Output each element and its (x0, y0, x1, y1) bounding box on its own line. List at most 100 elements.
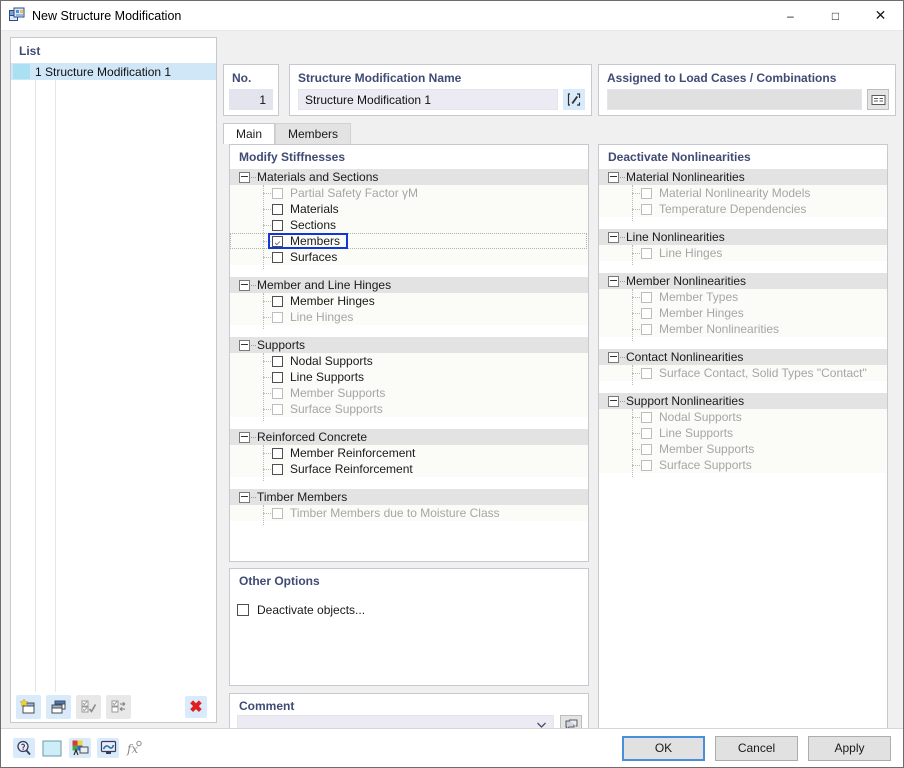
modify-stiffness-item[interactable]: Nodal Supports (230, 353, 588, 369)
collapse-icon[interactable] (239, 491, 250, 503)
modify-stiffness-item-checkbox[interactable] (272, 463, 283, 475)
cancel-button[interactable]: Cancel (715, 735, 798, 761)
modify-stiffness-item-checkbox[interactable] (272, 235, 283, 247)
modify-stiffness-item-label: Surfaces (290, 250, 338, 264)
ok-button[interactable]: OK (622, 735, 705, 761)
number-field[interactable]: 1 (229, 89, 273, 110)
new-button[interactable] (16, 695, 41, 719)
tree-connector-horizontal (263, 193, 271, 194)
apply-button[interactable]: Apply (808, 735, 891, 761)
delete-button[interactable]: ✖ (185, 696, 207, 718)
help-icon[interactable] (13, 738, 35, 758)
modify-stiffness-item[interactable]: Line Supports (230, 369, 588, 385)
modify-stiffness-item-label: Member Supports (290, 386, 386, 400)
deactivate-nonlinearity-item-label: Temperature Dependencies (659, 202, 807, 216)
minimize-button[interactable]: – (768, 1, 813, 30)
tab-members[interactable]: Members (275, 123, 352, 144)
deactivate-nonlinearity-group-header[interactable]: Line Nonlinearities (599, 229, 887, 245)
modify-stiffness-item-checkbox[interactable] (272, 251, 283, 263)
collapse-icon[interactable] (608, 395, 619, 407)
assigned-load-cases-input[interactable] (607, 89, 862, 110)
tab-main[interactable]: Main (223, 123, 276, 144)
deactivate-nonlinearity-item: Member Hinges (599, 305, 887, 321)
modify-stiffness-item: Partial Safety Factor γM (230, 185, 588, 201)
edit-name-icon[interactable] (563, 89, 585, 110)
deactivate-nonlinearity-item-label: Member Nonlinearities (659, 322, 780, 336)
tree-connector-horizontal (263, 301, 271, 302)
formula-icon: fx (125, 738, 147, 758)
modify-stiffness-item-checkbox[interactable] (272, 355, 283, 367)
maximize-button[interactable]: □ (813, 1, 858, 30)
modify-stiffness-group-label: Member and Line Hinges (257, 278, 392, 292)
collapse-icon[interactable] (608, 171, 619, 183)
deactivate-nonlinearity-group-header[interactable]: Support Nonlinearities (599, 393, 887, 409)
group-spacer (599, 217, 887, 229)
deactivate-objects-checkbox[interactable] (237, 604, 249, 616)
deactivate-nonlinearity-group: Line Nonlinearities Line Hinges (599, 229, 887, 273)
deactivate-nonlinearity-item: Member Supports (599, 441, 887, 457)
modify-stiffness-item-checkbox (272, 187, 283, 199)
modify-stiffness-item[interactable]: Sections (230, 217, 588, 233)
collapse-icon[interactable] (239, 431, 250, 443)
select-load-cases-icon[interactable] (867, 89, 889, 110)
deactivate-nonlinearity-group-label: Support Nonlinearities (626, 394, 745, 408)
assigned-load-cases-label: Assigned to Load Cases / Combinations (607, 71, 837, 85)
modify-stiffness-group-header[interactable]: Member and Line Hinges (230, 277, 588, 293)
name-input[interactable]: Structure Modification 1 (298, 89, 558, 110)
tree-connector (251, 177, 256, 179)
tree-connector (620, 401, 625, 403)
deactivate-nonlinearities-tree: Material Nonlinearities Material Nonlinea… (599, 169, 887, 485)
modify-stiffness-item-checkbox[interactable] (272, 203, 283, 215)
modify-stiffness-item-checkbox (272, 507, 283, 519)
collapse-icon[interactable] (239, 171, 250, 183)
copy-button[interactable] (46, 695, 71, 719)
modify-stiffness-item-label: Materials (290, 202, 339, 216)
deactivate-nonlinearity-group-header[interactable]: Member Nonlinearities (599, 273, 887, 289)
modify-stiffness-item-label: Line Supports (290, 370, 365, 384)
modify-stiffness-item[interactable]: Members (230, 233, 588, 249)
display-properties-icon[interactable] (97, 738, 119, 758)
focus-dotted-row (230, 233, 587, 249)
modify-stiffness-item[interactable]: Surfaces (230, 249, 588, 265)
modify-stiffness-item[interactable]: Materials (230, 201, 588, 217)
color-swatch-icon[interactable] (41, 738, 63, 758)
deactivate-nonlinearity-group-header[interactable]: Material Nonlinearities (599, 169, 887, 185)
modify-stiffness-group: Reinforced Concrete Member Reinforcement S… (230, 429, 588, 489)
tree-connector-horizontal (263, 241, 271, 242)
bottom-bar: fx OK Cancel Apply (1, 728, 903, 767)
deactivate-objects-row[interactable]: Deactivate objects... (230, 593, 588, 617)
modify-stiffness-item-checkbox[interactable] (272, 295, 283, 307)
modify-stiffness-item[interactable]: Surface Reinforcement (230, 461, 588, 477)
modify-stiffness-group-label: Timber Members (257, 490, 348, 504)
modify-stiffness-group-header[interactable]: Reinforced Concrete (230, 429, 588, 445)
modify-stiffness-group-header[interactable]: Supports (230, 337, 588, 353)
window-controls: – □ ✕ (768, 1, 903, 30)
modify-stiffness-group-header[interactable]: Timber Members (230, 489, 588, 505)
modify-stiffness-group-items: Nodal Supports Line Supports Member Suppor… (230, 353, 588, 429)
deactivate-nonlinearity-item-label: Line Hinges (659, 246, 723, 260)
tree-connector (620, 237, 625, 239)
collapse-icon[interactable] (239, 339, 250, 351)
modify-stiffness-item-label: Surface Reinforcement (290, 462, 413, 476)
modify-stiffnesses-tree: Materials and Sections Partial Safety Fac… (230, 169, 588, 533)
list-item[interactable]: 1 Structure Modification 1 (11, 63, 216, 80)
tree-connector-horizontal (263, 377, 271, 378)
deactivate-nonlinearity-item-label: Member Hinges (659, 306, 744, 320)
modify-stiffness-item-checkbox[interactable] (272, 371, 283, 383)
modify-stiffness-item[interactable]: Member Hinges (230, 293, 588, 309)
modify-stiffness-item-checkbox[interactable] (272, 219, 283, 231)
collapse-icon[interactable] (608, 351, 619, 363)
close-button[interactable]: ✕ (858, 1, 903, 30)
render-settings-icon[interactable] (69, 738, 91, 758)
deactivate-nonlinearity-item: Surface Contact, Solid Types "Contact" (599, 365, 887, 381)
collapse-icon[interactable] (239, 279, 250, 291)
modify-stiffness-item[interactable]: Member Reinforcement (230, 445, 588, 461)
modify-stiffness-item-checkbox[interactable] (272, 447, 283, 459)
deactivate-nonlinearity-item-checkbox (641, 367, 652, 379)
collapse-icon[interactable] (608, 275, 619, 287)
modify-stiffness-group-header[interactable]: Materials and Sections (230, 169, 588, 185)
deactivate-nonlinearity-group-header[interactable]: Contact Nonlinearities (599, 349, 887, 365)
list-item-color-swatch (13, 64, 30, 79)
deactivate-nonlinearity-item-checkbox (641, 443, 652, 455)
collapse-icon[interactable] (608, 231, 619, 243)
